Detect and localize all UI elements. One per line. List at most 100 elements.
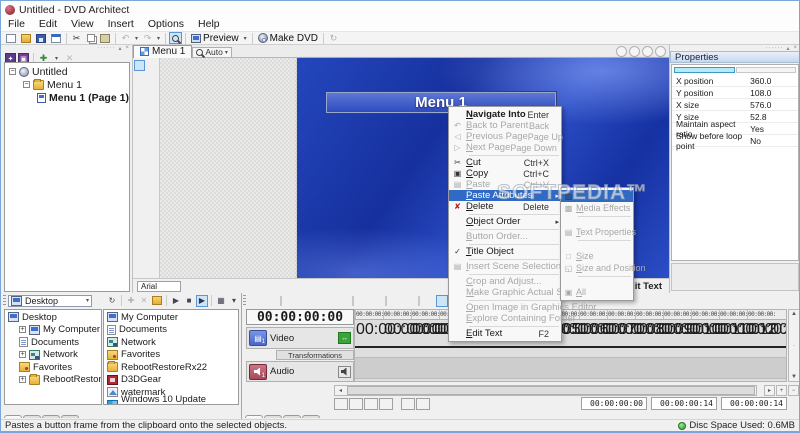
go-to-start-button[interactable] (401, 398, 415, 410)
preview-button[interactable]: Preview (189, 32, 241, 44)
property-row[interactable]: X position 360.0 (672, 75, 798, 87)
auto-preview-button[interactable]: ▶ (196, 295, 208, 307)
video-frame-cell[interactable]: 00:00:00:11 (663, 320, 691, 348)
stop-button[interactable] (379, 398, 393, 410)
toolbar-button[interactable] (185, 33, 186, 44)
undo-dropdown[interactable]: ▾ (133, 32, 140, 44)
zoom-out-icon[interactable]: − (788, 385, 799, 396)
property-row[interactable]: Y position 108.0 (672, 87, 798, 99)
timeline-toolbar-button[interactable] (311, 295, 323, 307)
context-menu-item[interactable]: ▷ Next Page Page Down (449, 142, 561, 153)
undo-button[interactable]: ↶ (119, 32, 132, 44)
context-menu-item[interactable]: ▣ Copy Ctrl+C (449, 168, 561, 179)
align-right-button[interactable] (134, 96, 145, 107)
menu-bar-item[interactable]: Help (191, 18, 227, 31)
context-menu-item[interactable]: ✓ Title Object (449, 246, 561, 257)
timeline-toolbar-button[interactable] (370, 295, 382, 307)
redo-button[interactable]: ↷ (141, 32, 154, 44)
panel-tab[interactable] (61, 415, 79, 418)
explorer-toolbar-button[interactable] (121, 295, 122, 306)
properties-tab[interactable] (736, 67, 797, 73)
submenu-item[interactable] (561, 238, 633, 250)
make-dvd-button[interactable]: Make DVD (256, 32, 320, 44)
zoom-fit-button[interactable] (655, 46, 666, 57)
toolbar-button[interactable] (115, 33, 116, 44)
context-menu-item[interactable]: Open Image in Graphics Editor (449, 302, 561, 313)
video-frame-cell[interactable]: 00:00:00:10 (635, 320, 663, 348)
video-frame-cell[interactable]: 00:00:00:09 (607, 320, 635, 348)
center-vertical-button[interactable] (146, 108, 157, 119)
toolbar-button[interactable] (66, 33, 67, 44)
refresh-button[interactable]: ↻ (327, 32, 340, 44)
panel-tab[interactable] (245, 415, 263, 418)
start-preview-button[interactable]: ▶ (170, 295, 182, 307)
vertical-scrollbar[interactable]: ▲ · ▼ (788, 309, 800, 382)
scroll-up-icon[interactable]: ▲ (791, 311, 797, 317)
timeline-toolbar-button[interactable] (423, 295, 435, 307)
save-button[interactable] (34, 32, 48, 44)
property-value[interactable]: 108.0 (750, 88, 798, 98)
panel-tab[interactable] (283, 415, 301, 418)
explorer-tree-item[interactable]: Desktop (5, 311, 101, 324)
context-menu-item[interactable]: Explore Containing Folder (449, 313, 561, 324)
selection-zoom-button[interactable] (616, 46, 627, 57)
menu-bar-item[interactable]: Insert (101, 18, 141, 31)
refresh-button[interactable]: ↻ (106, 295, 118, 307)
cut-button[interactable]: ✂ (70, 32, 83, 44)
panel-tab[interactable] (42, 415, 60, 418)
tree-expand-toggle[interactable]: − (9, 68, 16, 75)
project-tree-item[interactable]: − Menu 1 (5, 78, 129, 91)
property-row[interactable]: X size 576.0 (672, 99, 798, 111)
context-menu-item[interactable]: ✂ Cut Ctrl+X (449, 157, 561, 168)
size-to-height-button[interactable] (146, 132, 157, 143)
font-name-selector[interactable]: Arial (137, 281, 181, 292)
submenu-item[interactable] (561, 214, 633, 226)
show-safe-area-button[interactable] (134, 144, 145, 155)
open-button[interactable] (19, 32, 33, 44)
paste-button[interactable] (98, 32, 112, 44)
timeline-toolbar-button[interactable] (390, 295, 402, 307)
property-row[interactable]: Show before loop point No (672, 135, 798, 147)
text-rotate-left-tool[interactable] (134, 72, 145, 83)
insert-dropdown[interactable] (265, 295, 277, 307)
file-list-item[interactable]: Favorites (104, 349, 238, 362)
timeline-toolbar-button[interactable] (385, 296, 387, 306)
timecode-box[interactable]: 00:00:00:14 (651, 397, 717, 410)
text-rotate-right-tool[interactable] (146, 72, 157, 83)
timeline-toolbar-button[interactable] (352, 296, 354, 306)
toolbar-button[interactable] (252, 33, 253, 44)
scrollbar-thumb[interactable]: · (793, 343, 795, 349)
explorer-toolbar-button[interactable] (166, 295, 167, 306)
file-list-item[interactable]: D3DGear (104, 374, 238, 387)
transport-button[interactable] (394, 398, 400, 410)
tree-expand-toggle[interactable]: + (19, 376, 26, 383)
tree-expand-toggle[interactable]: + (19, 326, 26, 333)
show-grid-button[interactable] (146, 144, 157, 155)
views-dropdown[interactable]: ▾ (228, 295, 240, 307)
submenu-item[interactable]: ▨ (561, 190, 633, 202)
redo-dropdown[interactable]: ▾ (155, 32, 162, 44)
submenu-item[interactable] (561, 274, 633, 286)
context-menu-item[interactable]: Paste Attributes ▸ (449, 190, 561, 201)
file-list-item[interactable]: RebootRestoreRx22 (104, 361, 238, 374)
file-list-item[interactable]: Windows 10 Update Assistant (104, 399, 238, 406)
align-top-button[interactable] (146, 84, 157, 95)
delete-button[interactable]: ✕ (138, 295, 150, 307)
play-from-start-button[interactable] (334, 398, 348, 410)
video-frame-cell[interactable]: 00:00:00:01 (383, 320, 411, 348)
explorer-tree-item[interactable]: + My Computer (5, 324, 101, 337)
submenu-item[interactable]: ▩ Media Effects (561, 202, 633, 214)
scroll-right-icon[interactable]: ▸ (764, 385, 775, 396)
property-value[interactable]: 360.0 (750, 76, 798, 86)
context-menu-item[interactable]: Button Order... (449, 231, 561, 242)
property-value[interactable]: 576.0 (750, 100, 798, 110)
explorer-tree-item[interactable]: + RebootRestoreRx22 (5, 374, 101, 387)
explorer-toolbar-button[interactable] (211, 295, 212, 306)
enable-snapping-button[interactable] (436, 295, 448, 307)
explorer-tree-item[interactable]: Favorites (5, 361, 101, 374)
audio-track-header[interactable]: 1 Audio (246, 361, 354, 382)
explorer-tree-item[interactable]: + Network (5, 349, 101, 362)
tree-expand-toggle[interactable]: + (19, 351, 26, 358)
align-left-button[interactable] (134, 84, 145, 95)
center-horizontal-button[interactable] (134, 108, 145, 119)
